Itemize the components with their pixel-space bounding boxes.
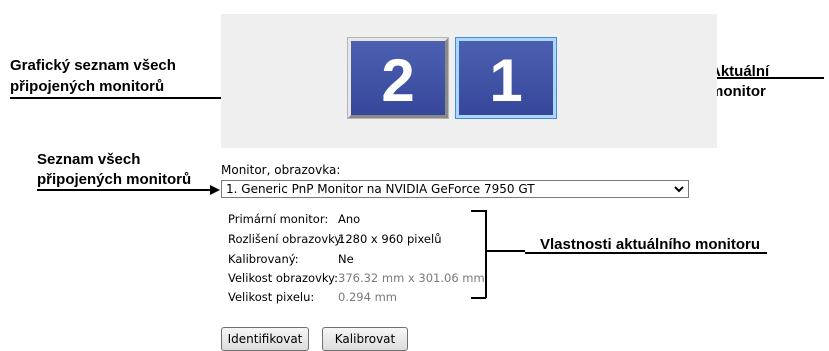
callout-graphic-list-line2: připojených monitorů xyxy=(10,78,165,95)
callout-properties-underline xyxy=(525,252,767,254)
properties-bracket-side xyxy=(485,210,487,298)
monitor-select-value: 1. Generic PnP Monitor na NVIDIA GeForce… xyxy=(226,182,535,196)
prop-label-pixel-size: Velikost pixelu: xyxy=(228,290,315,304)
properties-bracket-connector xyxy=(485,250,525,252)
identify-button[interactable]: Identifikovat xyxy=(221,327,309,351)
properties-bracket-bottom xyxy=(471,297,486,299)
prop-value-primary: Ano xyxy=(338,212,361,226)
prop-value-screen-size: 376.32 mm x 301.06 mm xyxy=(338,271,485,285)
prop-label-resolution: Rozlišení obrazovky: xyxy=(228,232,345,246)
monitor-tile-1[interactable]: 1 xyxy=(455,37,557,119)
monitor-field-label: Monitor, obrazovka: xyxy=(221,163,341,177)
prop-label-calibrated: Kalibrovaný: xyxy=(228,252,299,266)
chevron-down-icon[interactable] xyxy=(674,181,684,197)
callout-monitor-list-line2: připojených monitorů xyxy=(37,171,192,188)
callout-graphic-list-arrow xyxy=(10,97,233,99)
prop-value-resolution: 1280 x 960 pixelů xyxy=(338,232,442,246)
callout-monitor-list-arrow xyxy=(37,189,212,191)
monitor-graphic-panel: 2 1 xyxy=(221,14,717,148)
callout-monitor-list-line1: Seznam všech xyxy=(37,151,141,168)
monitor-tile-2[interactable]: 2 xyxy=(347,37,449,119)
calibrate-button[interactable]: Kalibrovat xyxy=(322,327,408,351)
monitor-select[interactable]: 1. Generic PnP Monitor na NVIDIA GeForce… xyxy=(221,180,689,198)
prop-label-screen-size: Velikost obrazovky: xyxy=(228,271,338,285)
callout-graphic-list-line1: Grafický seznam všech xyxy=(10,57,176,74)
properties-bracket-top xyxy=(471,210,486,212)
callout-current-monitor: Aktuální monitor xyxy=(710,63,770,100)
callout-monitor-list-arrowhead xyxy=(210,185,220,195)
prop-value-calibrated: Ne xyxy=(338,252,354,266)
prop-label-primary: Primární monitor: xyxy=(228,212,329,226)
prop-value-pixel-size: 0.294 mm xyxy=(338,290,397,304)
